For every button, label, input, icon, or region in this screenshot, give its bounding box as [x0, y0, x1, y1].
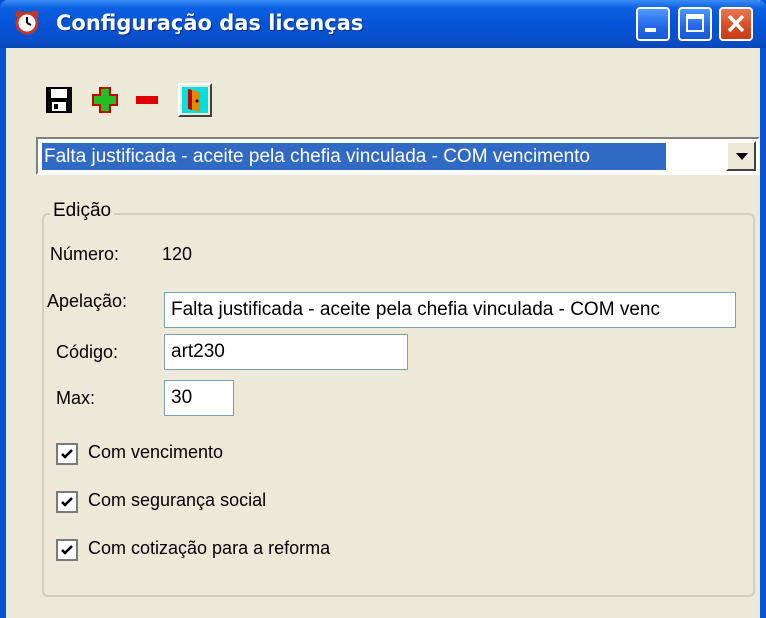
checkmark-icon [61, 545, 73, 555]
chevron-down-icon[interactable] [726, 141, 756, 171]
numero-label: Número: [50, 244, 120, 264]
remove-button[interactable] [130, 83, 164, 117]
save-button[interactable] [42, 83, 76, 117]
com-vencimento-label: Com vencimento [88, 442, 224, 462]
checkmark-icon [61, 497, 73, 507]
add-button[interactable] [88, 83, 122, 117]
edit-group-label: Edição [50, 200, 115, 222]
title-bar[interactable]: Configuração das licenças [0, 0, 766, 48]
license-config-window: Configuração das licenças Falta justific… [0, 0, 766, 618]
max-label: Max: [56, 388, 96, 408]
license-select-value: Falta justificada - aceite pela chefia v… [42, 143, 666, 170]
apelacao-label: Apelação: [47, 291, 128, 311]
plus-icon [92, 87, 118, 113]
minus-icon [136, 96, 158, 104]
close-button[interactable] [719, 7, 753, 41]
max-field[interactable] [164, 380, 234, 416]
com-seguranca-social-checkbox[interactable] [56, 491, 78, 513]
close-icon [727, 14, 745, 33]
checkmark-icon [61, 449, 73, 459]
window-title: Configuração das licenças [56, 11, 364, 35]
minimize-button[interactable] [636, 7, 670, 41]
com-seguranca-social-label: Com segurança social [88, 490, 267, 510]
license-select[interactable]: Falta justificada - aceite pela chefia v… [36, 137, 760, 175]
com-cotizacao-reforma-label: Com cotização para a reforma [88, 538, 331, 558]
codigo-label: Código: [56, 342, 119, 362]
codigo-field[interactable] [164, 334, 408, 370]
minimize-icon [645, 28, 656, 32]
exit-button[interactable] [178, 83, 212, 117]
floppy-disk-icon [46, 87, 72, 113]
maximize-button[interactable] [678, 7, 712, 41]
com-vencimento-checkbox[interactable] [56, 443, 78, 465]
alarm-clock-icon [14, 9, 40, 35]
com-cotizacao-reforma-checkbox[interactable] [56, 539, 78, 561]
maximize-icon [686, 14, 704, 32]
numero-value: 120 [162, 244, 193, 264]
apelacao-field[interactable] [164, 292, 736, 328]
door-exit-icon [182, 87, 208, 113]
